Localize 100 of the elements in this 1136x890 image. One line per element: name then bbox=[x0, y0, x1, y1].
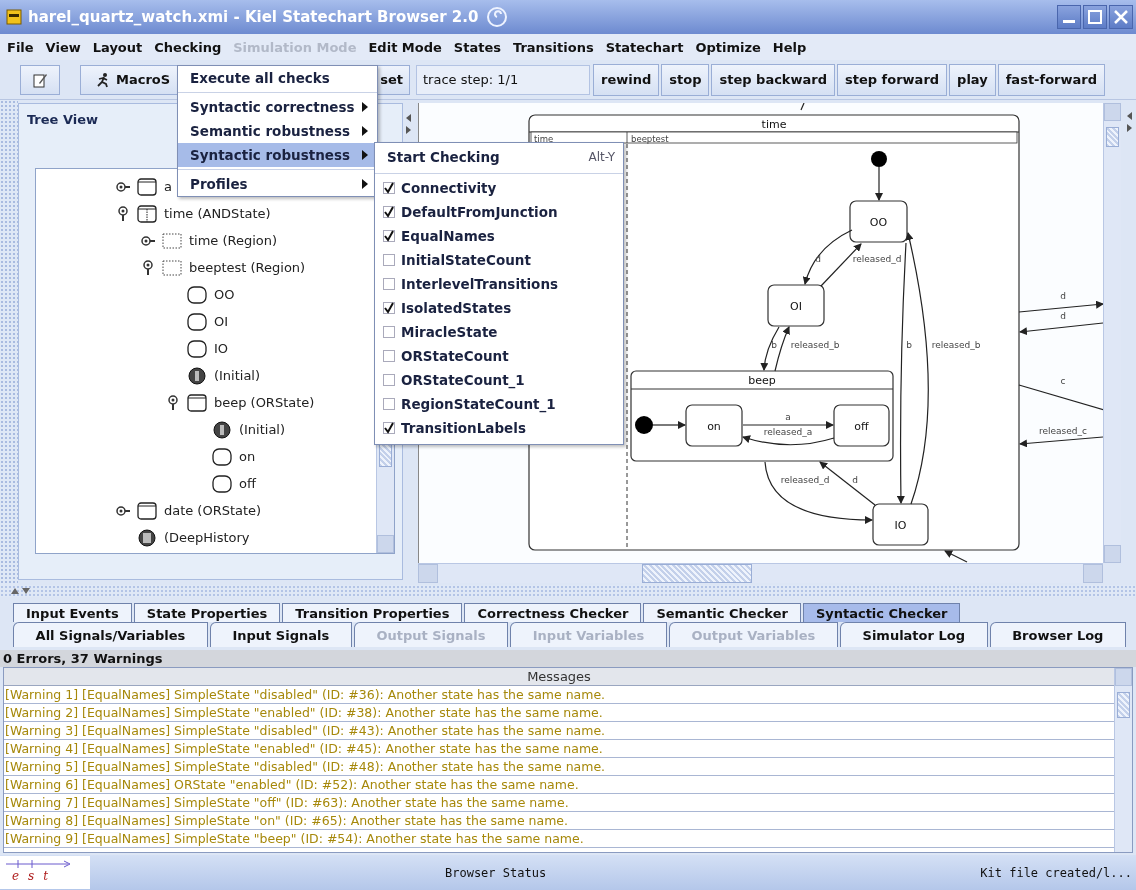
menu-item[interactable]: Syntactic correctness bbox=[178, 95, 377, 119]
vertical-scrollbar[interactable] bbox=[1114, 668, 1132, 852]
menu-item[interactable]: Statechart bbox=[599, 39, 690, 55]
tab[interactable]: Transition Properties bbox=[282, 603, 463, 622]
collapse-arrows-icon[interactable] bbox=[404, 112, 413, 136]
checkbox[interactable] bbox=[383, 230, 395, 242]
check-menu-item[interactable]: Connectivity bbox=[375, 176, 623, 200]
check-menu-item[interactable]: RegionStateCount_1 bbox=[375, 392, 623, 416]
tab[interactable]: Correctness Checker bbox=[464, 603, 642, 622]
collapse-arrows-icon[interactable] bbox=[1125, 110, 1133, 134]
initial-state-icon bbox=[185, 365, 208, 386]
tree-item-label[interactable]: on bbox=[236, 449, 256, 464]
player-button[interactable]: fast-forward bbox=[997, 63, 1105, 96]
submenu-arrow-icon bbox=[361, 178, 369, 190]
tree-item-label[interactable]: OI bbox=[211, 314, 228, 329]
check-menu-item[interactable]: DefaultFromJunction bbox=[375, 200, 623, 224]
tab[interactable]: Input Signals bbox=[209, 622, 352, 647]
menu-item[interactable]: Semantic robustness bbox=[178, 119, 377, 143]
player-button[interactable]: play bbox=[949, 63, 996, 96]
transition-arrow bbox=[875, 166, 884, 201]
menu-item[interactable]: States bbox=[447, 39, 507, 55]
tree-item-label[interactable]: beep (ORState) bbox=[211, 395, 315, 410]
tree-item-label[interactable]: time (Region) bbox=[186, 233, 278, 248]
tab[interactable]: Semantic Checker bbox=[643, 603, 801, 622]
menu-item[interactable]: Layout bbox=[86, 39, 149, 55]
menu-item[interactable]: Transitions bbox=[507, 39, 600, 55]
state-node: OI bbox=[767, 284, 825, 327]
state-node: off bbox=[833, 404, 890, 447]
checkbox[interactable] bbox=[383, 374, 395, 386]
transition-label: released_a bbox=[763, 427, 813, 437]
tree-item-label[interactable]: a bbox=[161, 179, 172, 194]
menu-item[interactable]: Start Checking Alt-Y bbox=[375, 143, 623, 171]
check-menu-item[interactable]: EqualNames bbox=[375, 224, 623, 248]
check-menu-item[interactable]: IsolatedStates bbox=[375, 296, 623, 320]
transition-arrow bbox=[652, 421, 687, 429]
tree-item-label[interactable]: OO bbox=[211, 287, 235, 302]
checkbox[interactable] bbox=[383, 422, 395, 434]
player-button[interactable]: step forward bbox=[837, 63, 948, 96]
tab[interactable]: Syntactic Checker bbox=[802, 603, 961, 622]
menu-item[interactable]: Optimize bbox=[689, 39, 767, 55]
transition-arrow bbox=[803, 229, 853, 285]
player-button[interactable]: stop bbox=[661, 63, 710, 96]
tab[interactable]: Input Events bbox=[13, 603, 132, 622]
tree-item-label[interactable]: time (ANDState) bbox=[161, 206, 271, 221]
submenu-arrow-icon bbox=[361, 149, 369, 161]
close-button[interactable] bbox=[1109, 5, 1133, 29]
checkbox[interactable] bbox=[383, 254, 395, 266]
checkbox[interactable] bbox=[383, 278, 395, 290]
check-menu-item[interactable]: ORStateCount bbox=[375, 344, 623, 368]
checkbox[interactable] bbox=[383, 302, 395, 314]
tree-item-label[interactable]: IO bbox=[211, 341, 228, 356]
expanded-handle-icon[interactable] bbox=[140, 259, 155, 276]
checkbox[interactable] bbox=[383, 350, 395, 362]
expanded-handle-icon[interactable] bbox=[165, 394, 180, 411]
check-menu-item[interactable]: MiracleState bbox=[375, 320, 623, 344]
check-menu-item[interactable]: TransitionLabels bbox=[375, 416, 623, 440]
checkbox[interactable] bbox=[383, 182, 395, 194]
tree-item-label[interactable]: (DeepHistory bbox=[161, 530, 250, 545]
menu-item[interactable]: File bbox=[1, 39, 40, 55]
tab[interactable]: State Properties bbox=[133, 603, 281, 622]
vertical-scrollbar[interactable] bbox=[1103, 103, 1122, 563]
tree-item-label[interactable]: date (ORState) bbox=[161, 503, 262, 518]
menu-item[interactable]: Syntactic robustness bbox=[178, 143, 377, 167]
transition-arrow bbox=[944, 550, 968, 563]
check-menu-item[interactable]: ORStateCount_1 bbox=[375, 368, 623, 392]
maximize-button[interactable] bbox=[1083, 5, 1107, 29]
checkbox[interactable] bbox=[383, 206, 395, 218]
menu-item[interactable]: Edit Mode bbox=[362, 39, 448, 55]
horizontal-scrollbar[interactable] bbox=[418, 563, 1104, 583]
timeline-logo: e s t bbox=[0, 856, 90, 889]
minimize-button[interactable] bbox=[1057, 5, 1081, 29]
minimize-icon bbox=[1063, 20, 1075, 23]
tree-item-label[interactable]: (Initial) bbox=[236, 422, 286, 437]
pencil-icon bbox=[32, 71, 48, 88]
toolbar-button[interactable] bbox=[20, 64, 60, 95]
submenu-arrow-icon bbox=[361, 125, 369, 137]
panel-title: Tree View bbox=[25, 111, 99, 129]
state-icon bbox=[185, 311, 208, 332]
check-menu-item[interactable]: InterlevelTransitions bbox=[375, 272, 623, 296]
split-arrows-icon[interactable] bbox=[10, 587, 32, 595]
player-button[interactable]: rewind bbox=[593, 63, 660, 96]
menu-item[interactable]: Checking bbox=[148, 39, 228, 55]
check-menu-item[interactable]: InitialStateCount bbox=[375, 248, 623, 272]
menu-item[interactable]: View bbox=[39, 39, 87, 55]
tree-item-label[interactable]: beeptest (Region) bbox=[186, 260, 306, 275]
tree-item-label[interactable]: off bbox=[236, 476, 256, 491]
tab[interactable]: Simulator Log bbox=[839, 622, 988, 647]
initial-state-icon bbox=[210, 419, 233, 440]
menu-item[interactable]: Profiles bbox=[178, 172, 377, 196]
checkbox[interactable] bbox=[383, 326, 395, 338]
tree-item-label[interactable]: (Initial) bbox=[211, 368, 261, 383]
menu-item[interactable]: Help bbox=[766, 39, 813, 55]
transition-label: released_b bbox=[790, 340, 840, 350]
tab[interactable]: All Signals/Variables bbox=[13, 622, 208, 647]
expanded-handle-icon[interactable] bbox=[115, 205, 130, 222]
warning-message: [Warning 1] [EqualNames] SimpleState "disabled" (ID: #36): Another state has the same name. bbox=[4, 686, 1114, 704]
transition-label: d bbox=[1060, 311, 1067, 321]
checkbox[interactable] bbox=[383, 398, 395, 410]
tab[interactable]: Browser Log bbox=[989, 622, 1127, 647]
player-button[interactable]: step backward bbox=[711, 63, 835, 96]
